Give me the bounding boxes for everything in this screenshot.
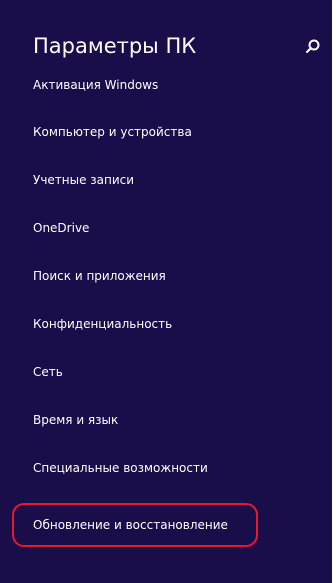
- panel-border: [332, 0, 336, 583]
- menu-item-ease-of-access[interactable]: Специальные возможности: [33, 456, 208, 480]
- highlight-outline: [12, 503, 258, 547]
- settings-menu: Активация Windows Компьютер и устройства…: [0, 0, 332, 583]
- menu-item-pc-devices[interactable]: Компьютер и устройства: [33, 120, 192, 144]
- menu-item-onedrive[interactable]: OneDrive: [33, 216, 89, 240]
- settings-panel: Параметры ПК Активация Windows Компьютер…: [0, 0, 332, 583]
- menu-item-privacy[interactable]: Конфиденциальность: [33, 312, 172, 336]
- menu-item-time-language[interactable]: Время и язык: [33, 408, 118, 432]
- menu-item-search-apps[interactable]: Поиск и приложения: [33, 264, 166, 288]
- menu-item-accounts[interactable]: Учетные записи: [33, 168, 134, 192]
- menu-item-activation[interactable]: Активация Windows: [33, 73, 158, 97]
- menu-item-network[interactable]: Сеть: [33, 360, 63, 384]
